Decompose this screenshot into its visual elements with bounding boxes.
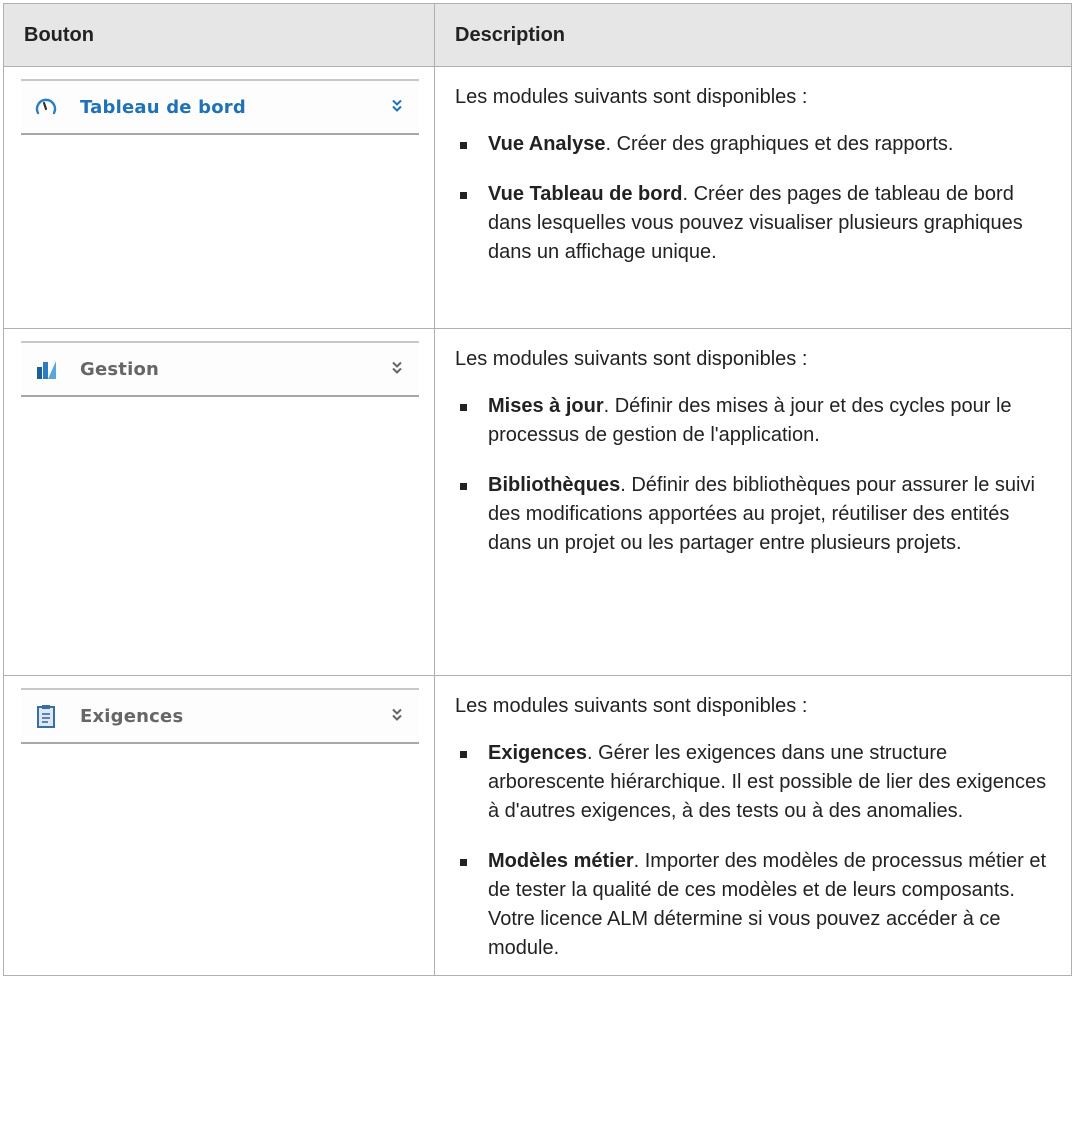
description-intro: Les modules suivants sont disponibles : bbox=[455, 86, 808, 108]
button-cell: Tableau de bord bbox=[3, 66, 435, 329]
buttons-table: Bouton Description Tableau de bord Les m… bbox=[3, 3, 1072, 976]
header-button: Bouton bbox=[3, 3, 435, 67]
table-row: Gestion Les modules suivants sont dispon… bbox=[3, 328, 1072, 676]
dashboard-button[interactable]: Tableau de bord bbox=[21, 79, 419, 135]
gauge-icon bbox=[34, 95, 58, 119]
list-item: Bibliothèques. Définir des bibliothèques… bbox=[455, 471, 1053, 558]
list-item: Vue Analyse. Créer des graphiques et des… bbox=[455, 130, 1053, 159]
table-row: Exigences Les modules suivants sont disp… bbox=[3, 675, 1072, 976]
list-item: Exigences. Gérer les exigences dans une … bbox=[455, 739, 1053, 826]
chevron-down-icon bbox=[391, 708, 403, 725]
bar-chart-icon bbox=[34, 357, 58, 381]
chevron-down-icon bbox=[391, 99, 403, 116]
module-list: Exigences. Gérer les exigences dans une … bbox=[455, 739, 1053, 963]
table-row: Tableau de bord Les modules suivants son… bbox=[3, 66, 1072, 329]
description-intro: Les modules suivants sont disponibles : bbox=[455, 348, 808, 370]
list-item: Modèles métier. Importer des modèles de … bbox=[455, 847, 1053, 963]
description-cell: Les modules suivants sont disponibles : … bbox=[434, 328, 1072, 676]
description-cell: Les modules suivants sont disponibles : … bbox=[434, 675, 1072, 976]
dashboard-button-label: Tableau de bord bbox=[80, 96, 246, 118]
chevron-down-icon bbox=[391, 361, 403, 378]
requirements-button[interactable]: Exigences bbox=[21, 688, 419, 744]
table-header-row: Bouton Description bbox=[3, 3, 1072, 67]
clipboard-icon bbox=[34, 704, 58, 728]
management-button-label: Gestion bbox=[80, 358, 160, 380]
management-button[interactable]: Gestion bbox=[21, 341, 419, 397]
module-name: Exigences bbox=[488, 742, 587, 764]
description-intro: Les modules suivants sont disponibles : bbox=[455, 695, 808, 717]
requirements-button-label: Exigences bbox=[80, 705, 184, 727]
module-name: Vue Tableau de bord bbox=[488, 183, 683, 205]
header-description: Description bbox=[434, 3, 1072, 67]
module-name: Vue Analyse bbox=[488, 133, 606, 155]
list-item: Mises à jour. Définir des mises à jour e… bbox=[455, 392, 1053, 450]
description-cell: Les modules suivants sont disponibles : … bbox=[434, 66, 1072, 329]
module-name: Modèles métier bbox=[488, 850, 634, 872]
module-text: . Créer des graphiques et des rapports. bbox=[605, 133, 954, 155]
button-cell: Gestion bbox=[3, 328, 435, 676]
module-name: Mises à jour bbox=[488, 395, 604, 417]
list-item: Vue Tableau de bord. Créer des pages de … bbox=[455, 180, 1053, 267]
module-list: Mises à jour. Définir des mises à jour e… bbox=[455, 392, 1053, 558]
button-cell: Exigences bbox=[3, 675, 435, 976]
module-list: Vue Analyse. Créer des graphiques et des… bbox=[455, 130, 1053, 267]
module-name: Bibliothèques bbox=[488, 474, 621, 496]
